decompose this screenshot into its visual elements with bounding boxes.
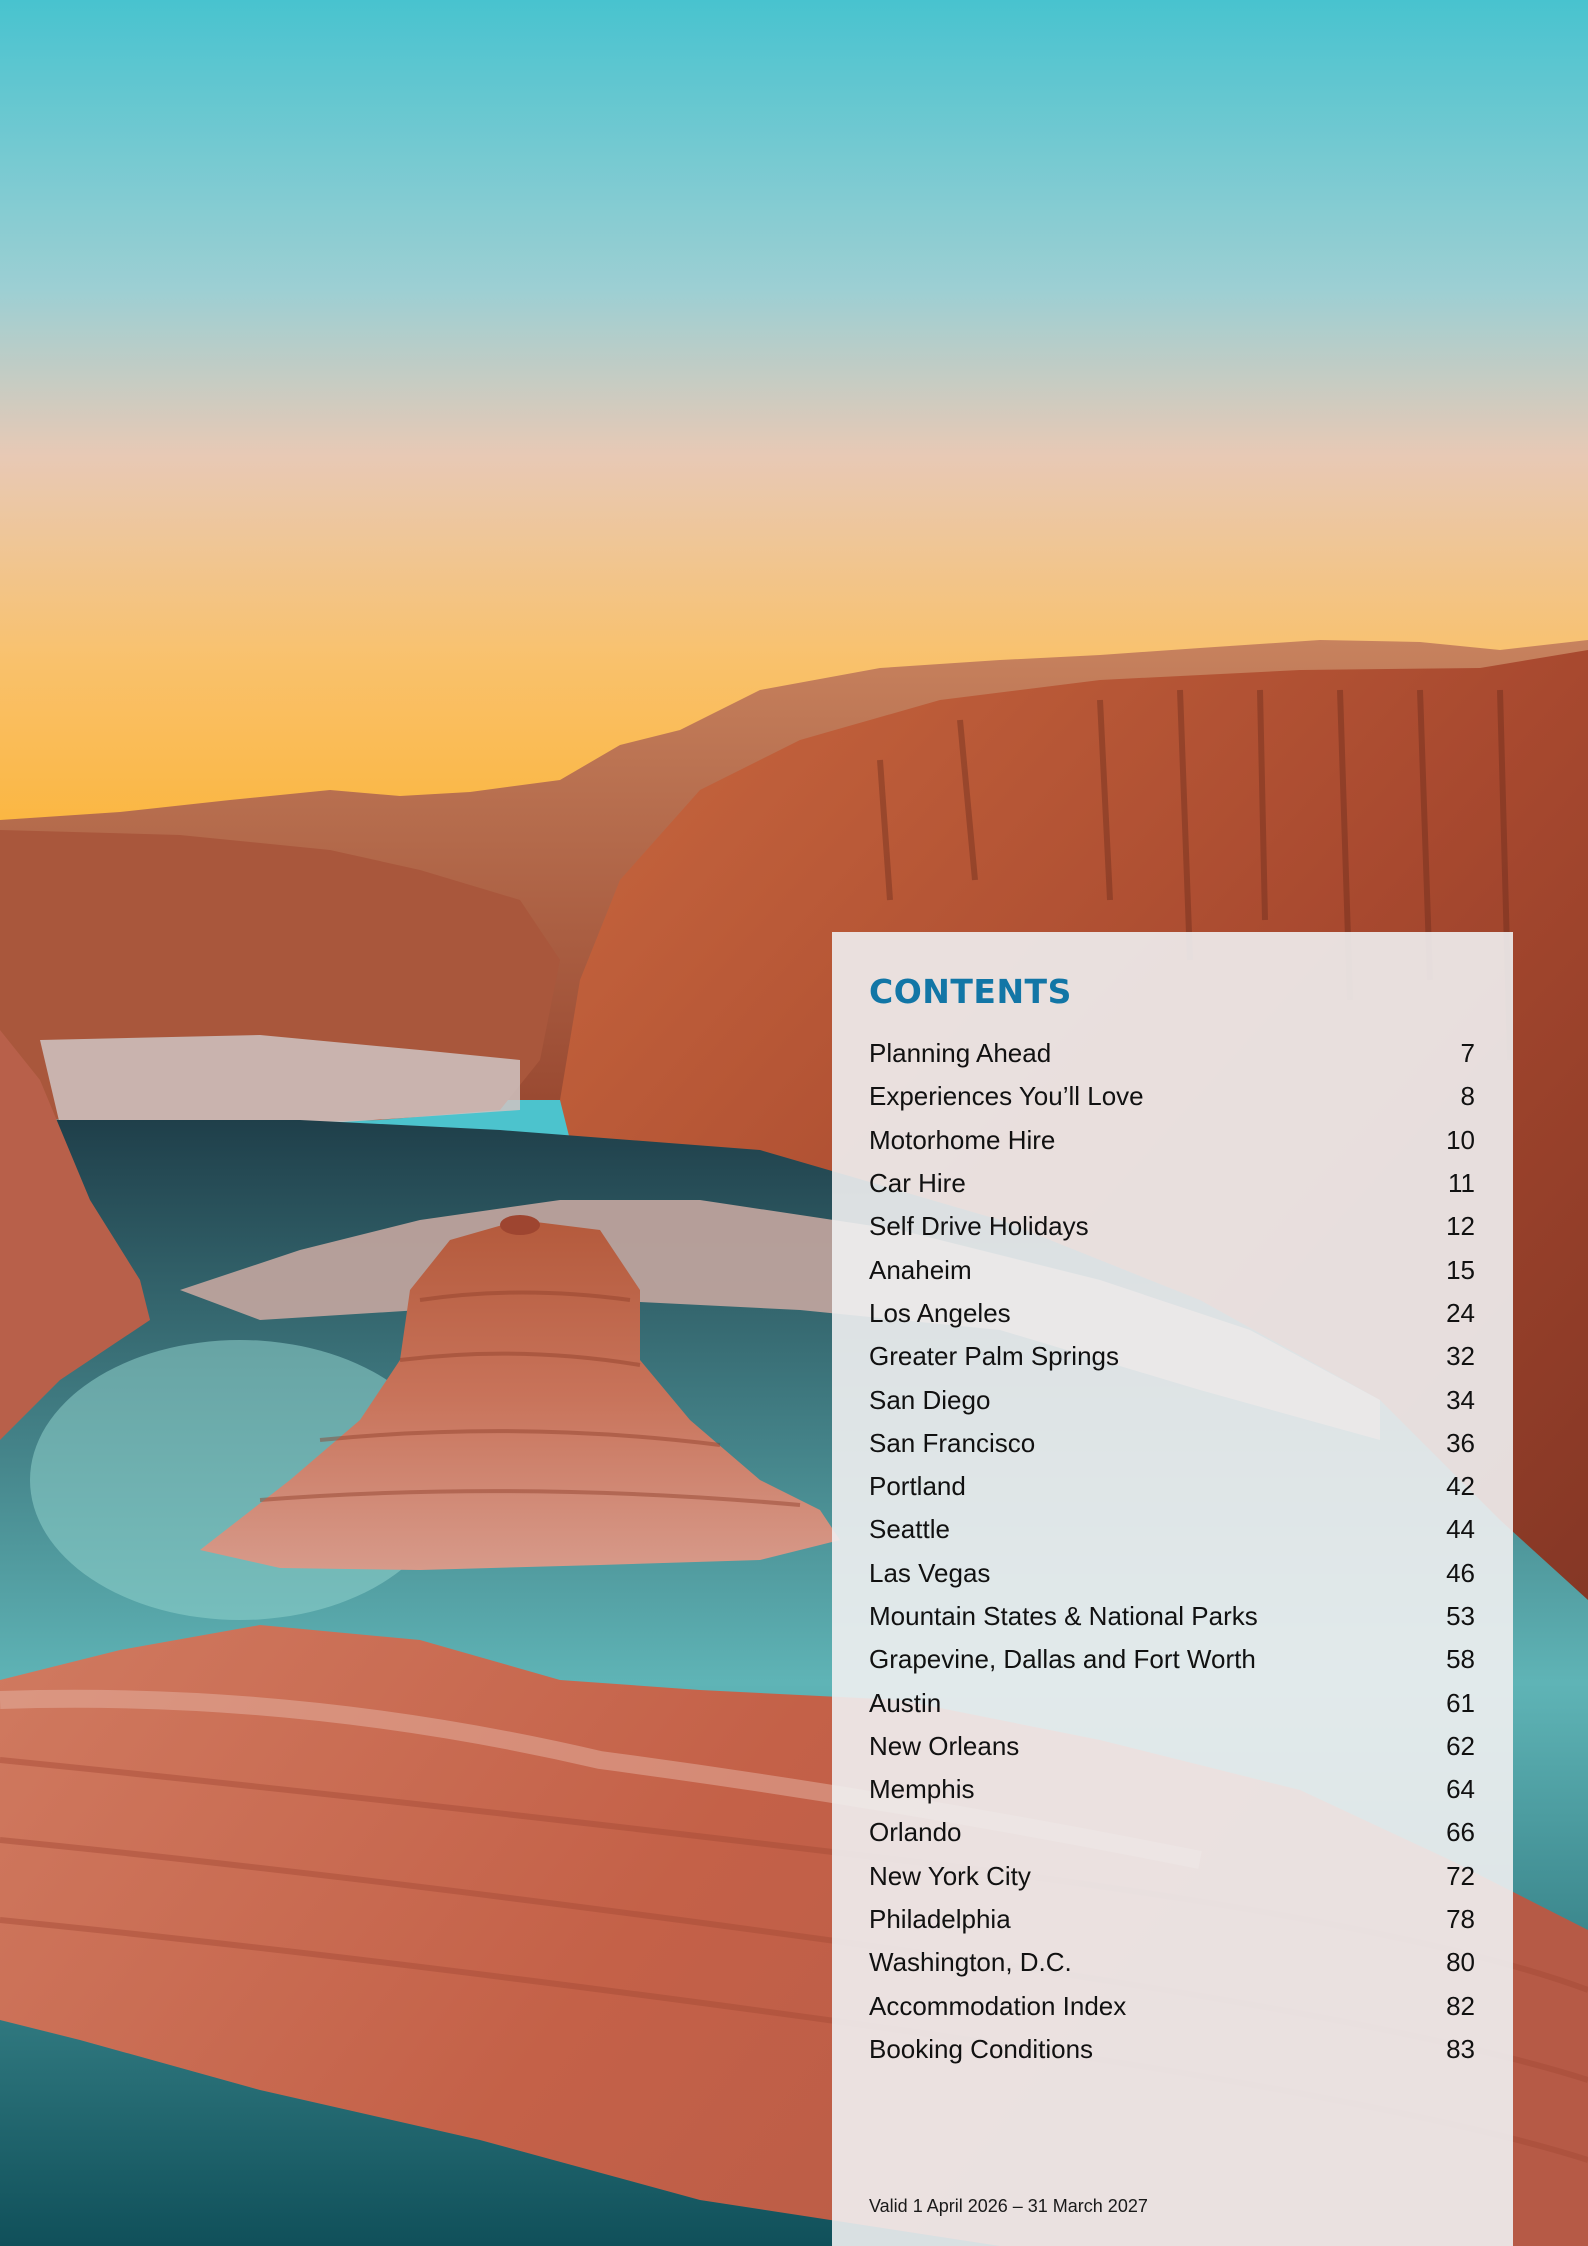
toc-item-page: 82 (1446, 1990, 1475, 2021)
toc-item-page: 34 (1446, 1384, 1475, 1415)
toc-item[interactable]: Philadelphia 78 (869, 1898, 1475, 1941)
toc-item[interactable]: Memphis 64 (869, 1768, 1475, 1811)
toc-item-label: Philadelphia (869, 1904, 1011, 1935)
toc-item-label: Portland (869, 1471, 966, 1502)
toc-item[interactable]: Greater Palm Springs 32 (869, 1335, 1475, 1378)
toc-item-label: Austin (869, 1687, 942, 1718)
toc-item-page: 53 (1446, 1601, 1475, 1631)
toc-item[interactable]: Orlando 66 (869, 1811, 1475, 1854)
toc-item[interactable]: Los Angeles 24 (869, 1292, 1475, 1335)
toc-item[interactable]: San Francisco 36 (869, 1422, 1475, 1465)
toc-item-page: 66 (1446, 1817, 1475, 1848)
toc-item[interactable]: Austin 61 (869, 1681, 1475, 1724)
toc-item-page: 24 (1446, 1297, 1475, 1328)
toc-item-label: Accommodation Index (869, 1990, 1127, 2021)
toc-item-label: Seattle (869, 1514, 950, 1545)
toc-item-label: Planning Ahead (869, 1038, 1052, 1069)
toc-item-page: 10 (1446, 1124, 1475, 1155)
toc-item-label: Self Drive Holidays (869, 1211, 1089, 1242)
toc-item-label: New Orleans (869, 1730, 1020, 1761)
toc-item-page: 32 (1446, 1341, 1475, 1372)
toc-item-label: Car Hire (869, 1168, 966, 1199)
toc-item-page: 58 (1446, 1644, 1475, 1675)
table-of-contents: Planning Ahead 7 Experiences You’ll Love 8… (869, 1032, 1475, 2071)
toc-item-label: Washington, D.C. (869, 1947, 1072, 1978)
toc-item[interactable]: Grapevine, Dallas and Fort Worth 58 (869, 1638, 1475, 1681)
toc-item[interactable]: Las Vegas 46 (869, 1552, 1475, 1595)
toc-item[interactable]: Mountain States & National Parks 53 (869, 1595, 1475, 1638)
toc-item-label: Booking Conditions (869, 2033, 1094, 2064)
toc-item[interactable]: Accommodation Index 82 (869, 1985, 1475, 2028)
toc-item[interactable]: Car Hire 11 (869, 1162, 1475, 1205)
toc-item-label: Grapevine, Dallas and Fort Worth (869, 1644, 1256, 1675)
contents-title: CONTENTS (869, 972, 1072, 1011)
toc-item-page: 44 (1446, 1514, 1475, 1545)
toc-item[interactable]: Experiences You’ll Love 8 (869, 1075, 1475, 1118)
validity-note: Valid 1 April 2026 – 31 March 2027 (869, 2196, 1148, 2216)
toc-item[interactable]: Planning Ahead 7 (869, 1032, 1475, 1075)
toc-item[interactable]: Portland 42 (869, 1465, 1475, 1508)
contents-panel: CONTENTS Planning Ahead 7 Experiences You… (832, 932, 1513, 2246)
toc-item[interactable]: Washington, D.C. 80 (869, 1941, 1475, 1984)
toc-item-page: 12 (1446, 1211, 1475, 1242)
toc-item-page: 42 (1446, 1471, 1475, 1502)
toc-item-label: Las Vegas (869, 1557, 991, 1588)
toc-item-label: Motorhome Hire (869, 1124, 1056, 1155)
toc-item-page: 36 (1446, 1427, 1475, 1458)
toc-item[interactable]: Booking Conditions 83 (869, 2028, 1475, 2071)
toc-item-page: 15 (1446, 1254, 1475, 1285)
toc-item[interactable]: Anaheim 15 (869, 1248, 1475, 1291)
toc-item[interactable]: New Orleans 62 (869, 1725, 1475, 1768)
toc-item-page: 83 (1446, 2033, 1475, 2064)
toc-item[interactable]: Self Drive Holidays 12 (869, 1205, 1475, 1248)
toc-item[interactable]: Seattle 44 (869, 1508, 1475, 1551)
toc-item-label: San Francisco (869, 1427, 1036, 1458)
toc-item-page: 8 (1460, 1081, 1475, 1112)
toc-item[interactable]: San Diego 34 (869, 1378, 1475, 1421)
toc-item-page: 64 (1446, 1774, 1475, 1805)
toc-item-page: 80 (1446, 1947, 1475, 1978)
toc-item-label: Greater Palm Springs (869, 1341, 1119, 1372)
toc-item-label: San Diego (869, 1384, 991, 1415)
toc-item-label: Los Angeles (869, 1297, 1011, 1328)
toc-item-page: 46 (1446, 1557, 1475, 1588)
toc-item-label: Anaheim (869, 1254, 972, 1285)
toc-item-page: 7 (1460, 1038, 1475, 1069)
toc-item-page: 11 (1448, 1168, 1475, 1199)
toc-item-page: 62 (1446, 1730, 1475, 1761)
toc-item[interactable]: Motorhome Hire 10 (869, 1119, 1475, 1162)
toc-item-label: Mountain States & National Parks (869, 1601, 1258, 1631)
toc-item-label: Experiences You’ll Love (869, 1081, 1144, 1112)
toc-item-label: Memphis (869, 1774, 975, 1805)
toc-item-page: 72 (1446, 1860, 1475, 1891)
toc-item[interactable]: New York City 72 (869, 1855, 1475, 1898)
toc-item-page: 78 (1446, 1904, 1475, 1935)
toc-item-label: New York City (869, 1860, 1031, 1891)
toc-item-page: 61 (1446, 1687, 1475, 1718)
toc-item-label: Orlando (869, 1817, 962, 1848)
